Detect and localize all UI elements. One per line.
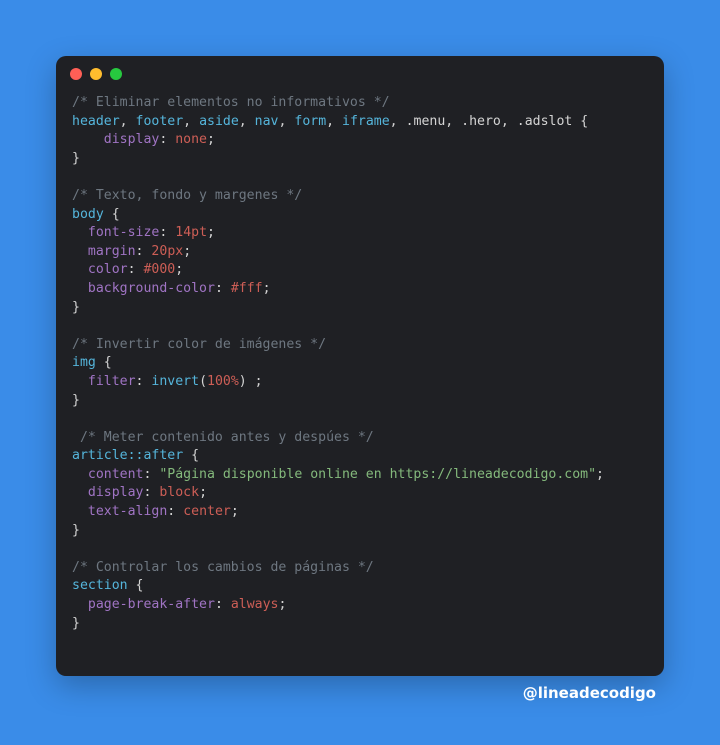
selector: section xyxy=(72,578,128,593)
css-value: 20 xyxy=(151,244,167,259)
css-value: none xyxy=(175,132,207,147)
css-property: color xyxy=(88,262,128,277)
css-property: margin xyxy=(88,244,136,259)
selector: form xyxy=(294,114,326,129)
css-function: invert xyxy=(151,374,199,389)
css-unit: px xyxy=(167,244,183,259)
selector: .menu xyxy=(406,114,446,129)
css-property: background-color xyxy=(88,281,215,296)
selector: img xyxy=(72,355,96,370)
selector: iframe xyxy=(342,114,390,129)
code-window: /* Eliminar elementos no informativos */… xyxy=(56,56,664,676)
comment: /* Controlar los cambios de páginas */ xyxy=(72,560,374,575)
css-value: 100% xyxy=(207,374,239,389)
close-icon[interactable] xyxy=(70,68,82,80)
css-property: display xyxy=(88,485,144,500)
css-property: text-align xyxy=(88,504,167,519)
comment: /* Texto, fondo y margenes */ xyxy=(72,188,302,203)
selector: aside xyxy=(199,114,239,129)
comment: /* Meter contenido antes y despúes */ xyxy=(72,430,374,445)
css-value: always xyxy=(231,597,279,612)
css-value: #000 xyxy=(143,262,175,277)
minimize-icon[interactable] xyxy=(90,68,102,80)
css-property: content xyxy=(88,467,144,482)
css-value: 14 xyxy=(175,225,191,240)
css-property: filter xyxy=(88,374,136,389)
selector: article xyxy=(72,448,128,463)
css-value: block xyxy=(159,485,199,500)
credit-handle: @lineadecodigo xyxy=(523,684,656,702)
selector: .hero xyxy=(461,114,501,129)
comment: /* Eliminar elementos no informativos */ xyxy=(72,95,390,110)
selector: .adslot xyxy=(517,114,573,129)
maximize-icon[interactable] xyxy=(110,68,122,80)
css-string: "Página disponible online en https://lin… xyxy=(159,467,596,482)
window-titlebar xyxy=(56,56,664,86)
pseudo-element: ::after xyxy=(128,448,184,463)
css-unit: pt xyxy=(191,225,207,240)
selector: footer xyxy=(136,114,184,129)
selector: header xyxy=(72,114,120,129)
selector: nav xyxy=(255,114,279,129)
css-property: page-break-after xyxy=(88,597,215,612)
code-block: /* Eliminar elementos no informativos */… xyxy=(56,86,664,649)
css-value: center xyxy=(183,504,231,519)
css-value: #fff xyxy=(231,281,263,296)
selector: body xyxy=(72,207,104,222)
css-property: font-size xyxy=(88,225,159,240)
css-property: display xyxy=(104,132,160,147)
comment: /* Invertir color de imágenes */ xyxy=(72,337,326,352)
